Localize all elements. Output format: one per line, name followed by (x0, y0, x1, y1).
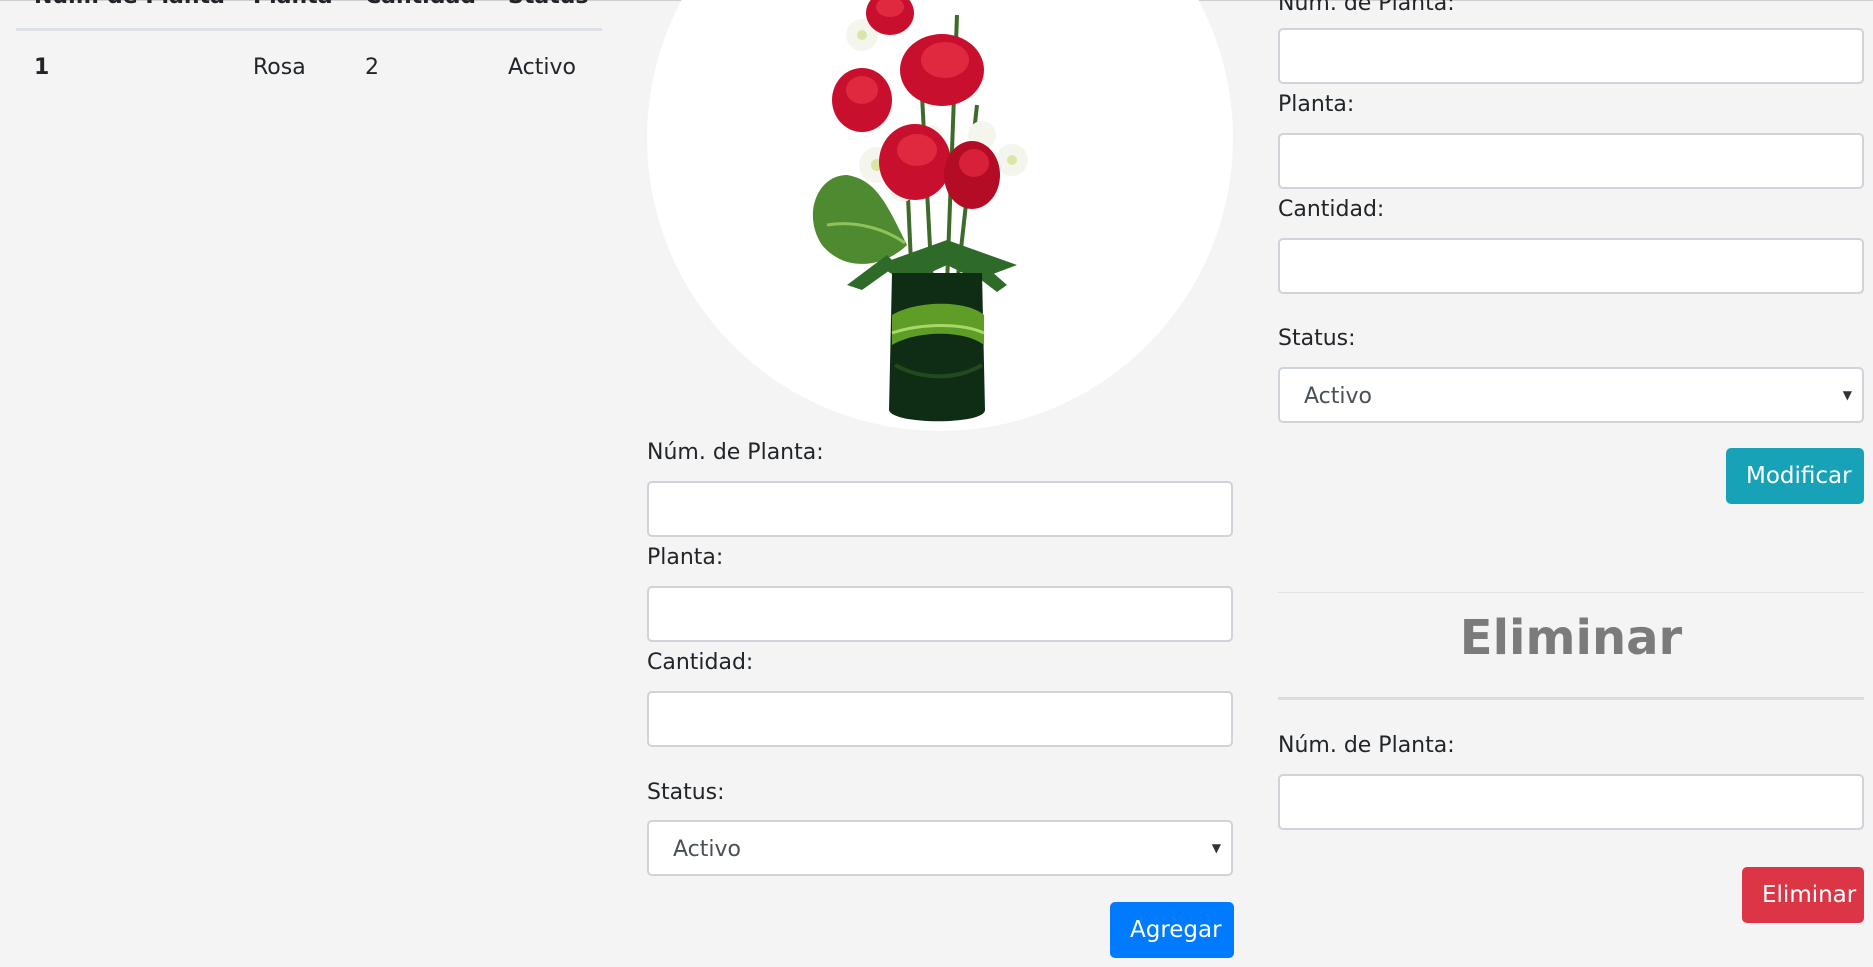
add-planta-input[interactable] (647, 586, 1233, 642)
mod-cantidad-label: Cantidad: (1278, 197, 1385, 222)
del-num-label: Núm. de Planta: (1278, 733, 1455, 758)
table-header: Núm. de Planta Planta Cantidad Status (16, 0, 602, 31)
del-num-input[interactable] (1278, 774, 1864, 830)
mod-planta-label: Planta: (1278, 92, 1355, 117)
add-cantidad-input[interactable] (647, 691, 1233, 747)
caret-down-icon: ▼ (1211, 841, 1221, 855)
cell-status: Activo (508, 55, 576, 80)
divider (1278, 592, 1864, 593)
header-status: Status (508, 0, 588, 9)
add-status-select[interactable]: Activo ▼ (647, 820, 1233, 876)
mod-status-select[interactable]: Activo ▼ (1278, 367, 1864, 423)
table-row: 1 Rosa 2 Activo (16, 31, 602, 107)
add-status-label: Status: (647, 780, 725, 805)
modificar-button[interactable]: Modificar (1726, 448, 1864, 504)
add-cantidad-label: Cantidad: (647, 650, 754, 675)
header-num: Núm. de Planta (34, 0, 225, 9)
header-planta: Planta (253, 0, 333, 9)
eliminar-title: Eliminar (1459, 610, 1683, 666)
add-planta-label: Planta: (647, 545, 724, 570)
mod-cantidad-input[interactable] (1278, 238, 1864, 294)
header-cantidad: Cantidad (365, 0, 476, 9)
add-status-value: Activo (673, 837, 741, 862)
rose-bouquet-image (812, 0, 1028, 422)
cell-num: 1 (34, 55, 50, 80)
mod-num-label: Núm. de Planta: (1278, 0, 1455, 16)
add-num-input[interactable] (647, 481, 1233, 537)
title-underline (1278, 697, 1864, 700)
flower-image-circle (647, 0, 1233, 431)
caret-down-icon: ▼ (1842, 388, 1852, 402)
mod-planta-input[interactable] (1278, 133, 1864, 189)
eliminar-button[interactable]: Eliminar (1742, 867, 1864, 923)
add-num-label: Núm. de Planta: (647, 440, 824, 465)
mod-status-label: Status: (1278, 326, 1356, 351)
agregar-button[interactable]: Agregar (1110, 902, 1234, 958)
mod-status-value: Activo (1304, 384, 1372, 409)
plants-table: Núm. de Planta Planta Cantidad Status 1 … (16, 0, 602, 107)
cell-cantidad: 2 (365, 55, 379, 80)
mod-num-input[interactable] (1278, 28, 1864, 84)
cell-planta: Rosa (253, 55, 306, 80)
